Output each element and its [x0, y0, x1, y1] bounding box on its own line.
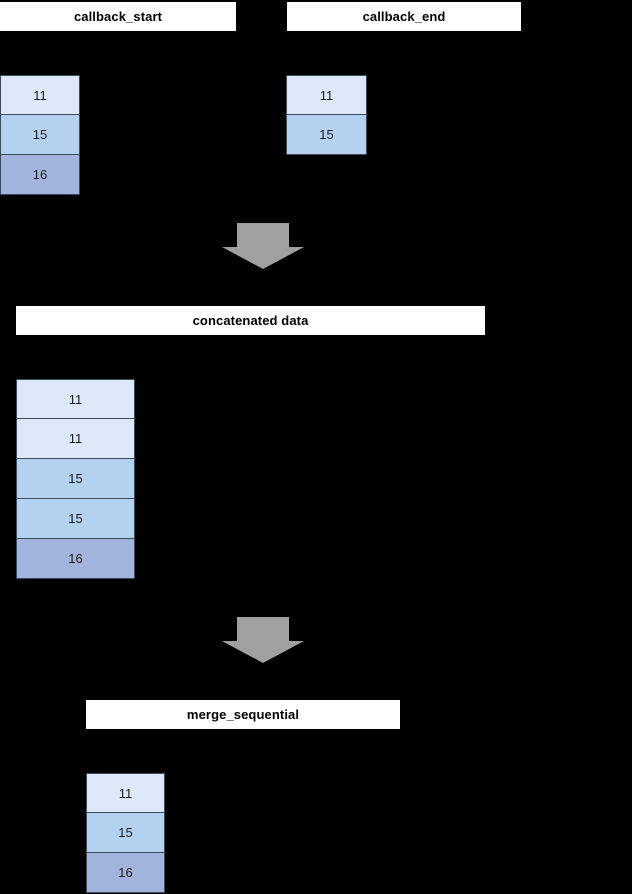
stack-cell: 15	[16, 458, 135, 499]
concatenated-data-title-box: concatenated data	[16, 306, 485, 335]
callback-start-title-box: callback_start	[0, 2, 236, 31]
stack-cell: 15	[86, 812, 165, 853]
callback-start-stack: 11 15 16	[0, 75, 80, 195]
stack-cell: 11	[16, 418, 135, 459]
stack-cell: 11	[16, 379, 135, 419]
merge-sequential-title-label: merge_sequential	[186, 707, 300, 722]
cell-value: 15	[68, 511, 83, 526]
stack-cell: 11	[86, 773, 165, 813]
cell-value: 11	[118, 785, 133, 801]
arrow-concat-down	[222, 223, 304, 269]
cell-value: 11	[319, 87, 334, 103]
diagram-canvas: callback_start callback_end 11 15 16 11 …	[0, 0, 632, 894]
cell-value: 16	[68, 551, 83, 566]
cell-value: 15	[32, 127, 48, 142]
stack-cell: 15	[286, 114, 367, 155]
cell-value: 11	[68, 391, 83, 407]
cell-value: 11	[68, 431, 83, 446]
cell-value: 16	[32, 167, 48, 182]
callback-end-title-box: callback_end	[287, 2, 521, 31]
concatenated-data-title-label: concatenated data	[192, 313, 309, 328]
stack-cell: 16	[0, 154, 80, 195]
stack-cell: 15	[16, 498, 135, 539]
cell-value: 15	[319, 127, 334, 142]
stack-cell: 15	[0, 114, 80, 155]
callback-start-title-label: callback_start	[73, 9, 163, 24]
merged-stack: 11 15 16	[86, 773, 165, 893]
stack-cell: 16	[86, 852, 165, 893]
cell-value: 15	[68, 471, 83, 486]
cell-value: 15	[118, 825, 133, 840]
callback-end-title-label: callback_end	[362, 9, 446, 24]
cell-value: 16	[118, 865, 133, 880]
cell-value: 11	[33, 87, 47, 103]
callback-end-stack: 11 15	[286, 75, 367, 155]
stack-cell: 16	[16, 538, 135, 579]
stack-cell: 11	[0, 75, 80, 115]
concatenated-stack: 11 11 15 15 16	[16, 379, 135, 579]
merge-sequential-title-box: merge_sequential	[86, 700, 400, 729]
stack-cell: 11	[286, 75, 367, 115]
arrow-merge-down	[222, 617, 304, 663]
